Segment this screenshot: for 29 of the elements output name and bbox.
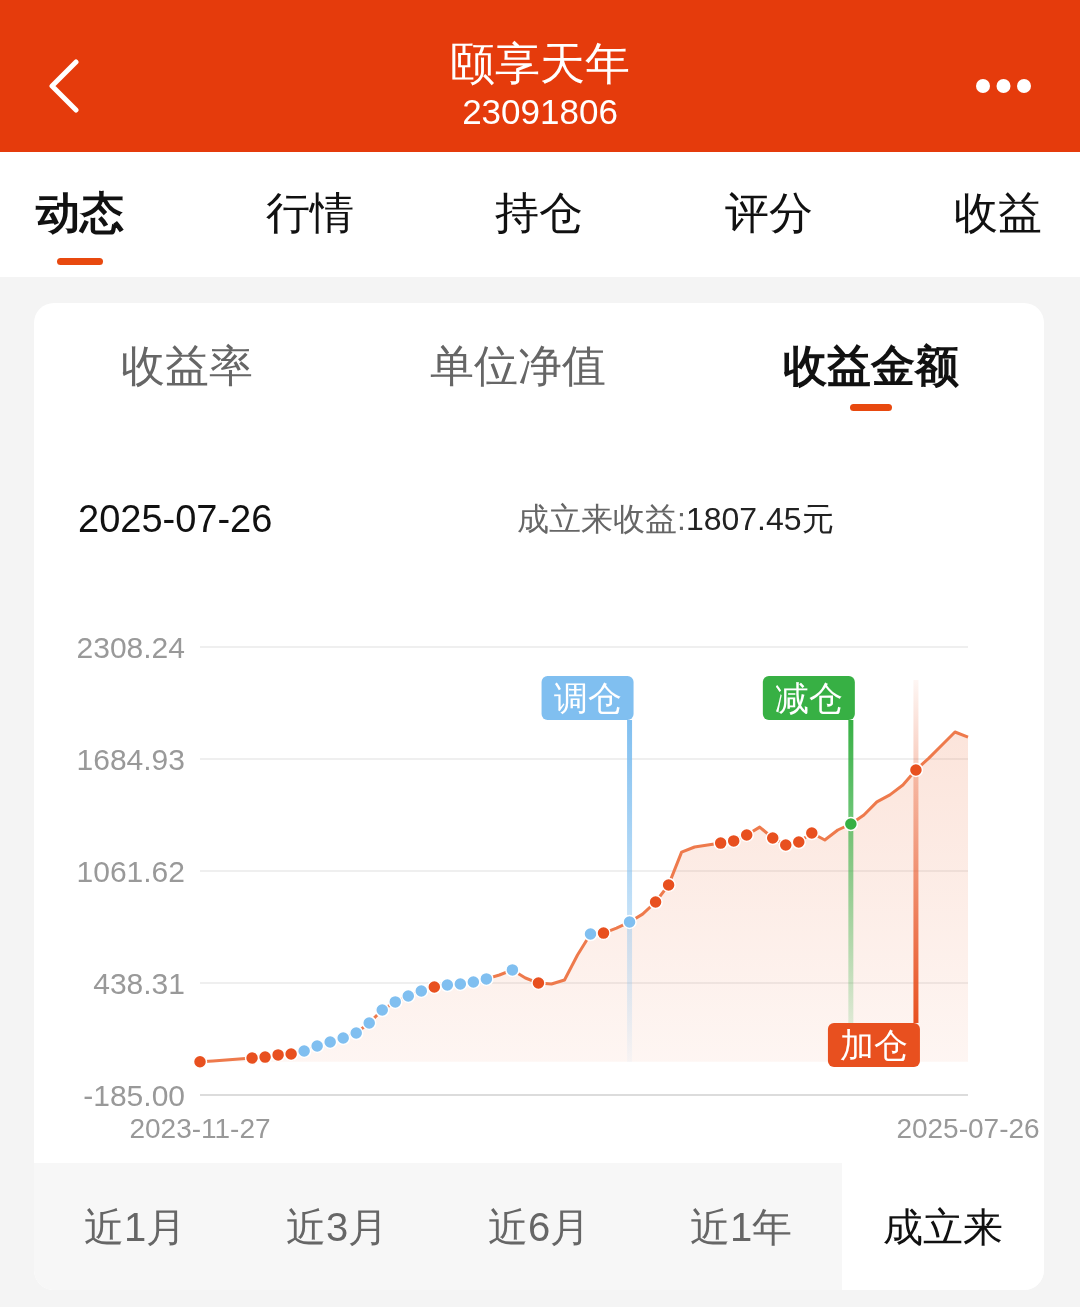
- nav-tab[interactable]: 动态: [36, 152, 124, 277]
- date-text: 2025-07-26: [78, 497, 273, 542]
- chart-tab[interactable]: 收益金额: [783, 303, 959, 411]
- income-value: 1807.45元: [685, 500, 834, 539]
- y-axis-label: 1684.93: [76, 743, 185, 776]
- nav-tab[interactable]: 收益: [954, 152, 1042, 277]
- nav-tab[interactable]: 评分: [724, 152, 813, 277]
- y-axis-label: 438.31: [93, 967, 185, 1000]
- period-tab[interactable]: 近1年: [640, 1163, 842, 1290]
- y-axis-label: 2308.24: [76, 631, 185, 664]
- nav-tab[interactable]: 行情: [265, 152, 354, 277]
- trade-flag: 调仓: [541, 676, 634, 1062]
- chart-tab[interactable]: 单位净值: [430, 303, 606, 411]
- y-axis-label: 1061.62: [76, 855, 185, 888]
- chart-tab[interactable]: 收益率: [121, 303, 253, 411]
- back-icon[interactable]: [48, 59, 80, 113]
- income-label: 成立来收益:: [517, 500, 686, 539]
- fund-title: 颐享天年: [450, 38, 630, 90]
- nav-tab[interactable]: 持仓: [495, 152, 583, 277]
- period-tab[interactable]: 近1月: [34, 1163, 236, 1290]
- y-axis-label: -185.00: [83, 1079, 185, 1112]
- text: 调仓: [553, 679, 622, 717]
- more-icon[interactable]: [975, 78, 1032, 94]
- x-axis-label: 2025-07-26: [896, 1113, 1040, 1144]
- x-axis-label: 2023-11-27: [129, 1113, 271, 1144]
- period-tab[interactable]: 近6月: [438, 1163, 640, 1290]
- period-tab[interactable]: 成立来: [842, 1163, 1044, 1290]
- fund-code: 23091806: [462, 91, 618, 133]
- period-tab[interactable]: 近3月: [236, 1163, 438, 1290]
